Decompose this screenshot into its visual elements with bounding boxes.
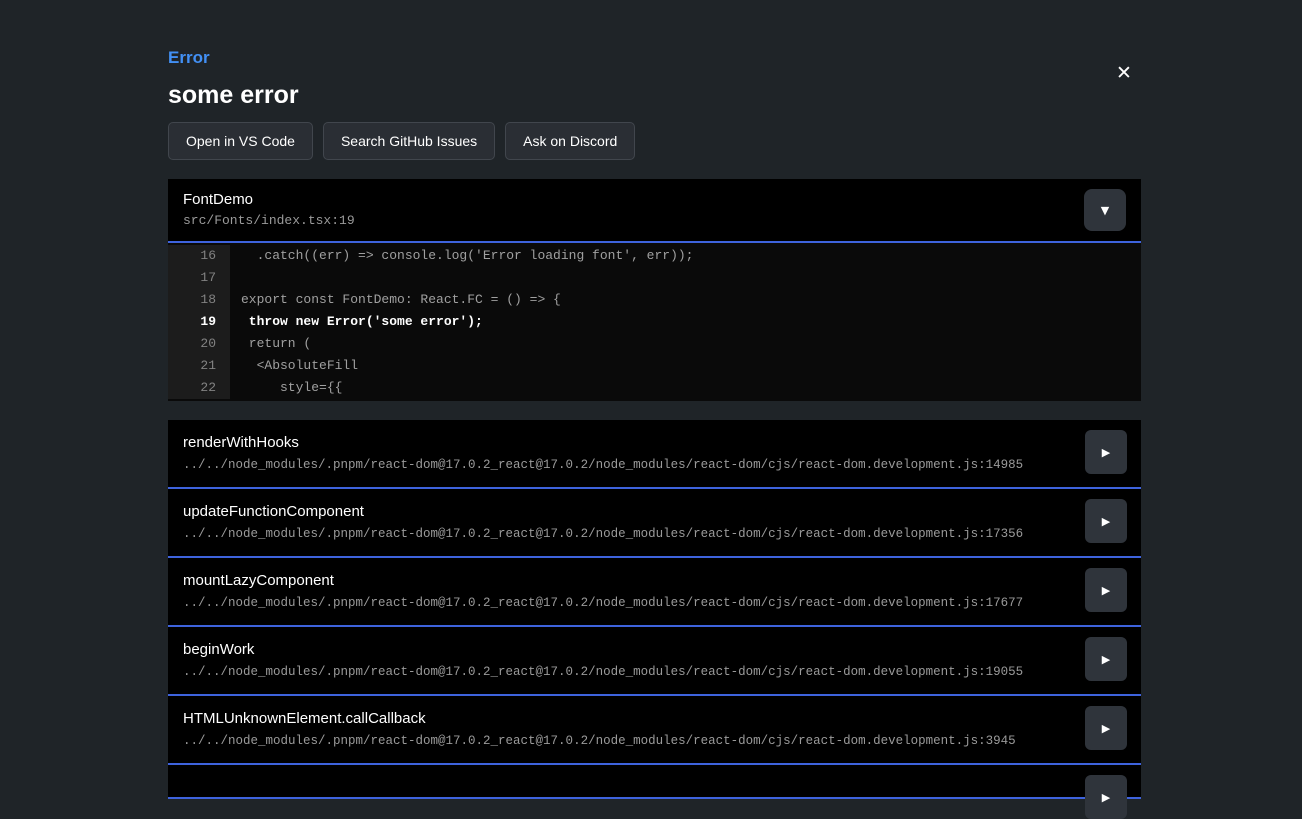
line-number: 18 xyxy=(168,289,230,311)
line-number: 17 xyxy=(168,267,230,289)
line-text: throw new Error('some error'); xyxy=(230,311,1141,333)
code-block: 16 .catch((err) => console.log('Error lo… xyxy=(168,243,1141,401)
code-line: 17 xyxy=(168,267,1141,289)
expand-frame-button[interactable]: ▶ xyxy=(1085,706,1127,750)
stack-frame-path: ../../node_modules/.pnpm/react-dom@17.0.… xyxy=(183,733,1029,749)
play-icon: ▶ xyxy=(1102,447,1110,458)
expand-frame-button[interactable]: ▶ xyxy=(1085,499,1127,543)
error-message: some error xyxy=(168,81,1141,109)
chevron-down-icon: ▼ xyxy=(1101,205,1109,216)
line-text: style={{ xyxy=(230,377,1141,399)
stack-frame-path: ../../node_modules/.pnpm/react-dom@17.0.… xyxy=(183,457,1029,473)
code-line: 22 style={{ xyxy=(168,377,1141,399)
close-button[interactable]: ✕ xyxy=(1111,60,1137,86)
play-icon: ▶ xyxy=(1102,585,1110,596)
stack-frame-row-partial: ▶ xyxy=(168,765,1141,799)
stack-frame-name: mountLazyComponent xyxy=(183,571,1029,590)
stack-frame-name: HTMLUnknownElement.callCallback xyxy=(183,709,1029,728)
code-frame-header: FontDemo src/Fonts/index.tsx:19 ▼ xyxy=(168,179,1141,243)
error-type-label: Error xyxy=(168,48,1141,68)
expand-frame-button[interactable]: ▶ xyxy=(1085,568,1127,612)
line-number: 20 xyxy=(168,333,230,355)
code-line: 21 <AbsoluteFill xyxy=(168,355,1141,377)
expand-frame-button[interactable]: ▶ xyxy=(1085,430,1127,474)
stack-frame-name: updateFunctionComponent xyxy=(183,502,1029,521)
stack-frame-path: ../../node_modules/.pnpm/react-dom@17.0.… xyxy=(183,526,1029,542)
stack-frame-row: updateFunctionComponent ../../node_modul… xyxy=(168,489,1141,558)
expand-frame-button[interactable]: ▶ xyxy=(1085,775,1127,819)
open-vscode-button[interactable]: Open in VS Code xyxy=(168,122,313,160)
error-overlay-content: ✕ Error some error Open in VS Code Searc… xyxy=(168,0,1141,799)
line-text xyxy=(230,267,1141,289)
stack-frame-row: HTMLUnknownElement.callCallback ../../no… xyxy=(168,696,1141,765)
stack-frame-row: mountLazyComponent ../../node_modules/.p… xyxy=(168,558,1141,627)
line-text: return ( xyxy=(230,333,1141,355)
stack-frame-name: renderWithHooks xyxy=(183,433,1029,452)
line-number: 16 xyxy=(168,245,230,267)
line-number: 19 xyxy=(168,311,230,333)
code-line: 16 .catch((err) => console.log('Error lo… xyxy=(168,245,1141,267)
line-text: export const FontDemo: React.FC = () => … xyxy=(230,289,1141,311)
code-frame-panel: FontDemo src/Fonts/index.tsx:19 ▼ 16 .ca… xyxy=(168,179,1141,401)
stack-frame-name: beginWork xyxy=(183,640,1029,659)
error-overlay: { "colors": { "background": "#1f2428", "… xyxy=(0,0,1302,776)
code-line: 18export const FontDemo: React.FC = () =… xyxy=(168,289,1141,311)
close-icon: ✕ xyxy=(1116,62,1132,84)
ask-discord-button[interactable]: Ask on Discord xyxy=(505,122,635,160)
code-line: 20 return ( xyxy=(168,333,1141,355)
line-number: 21 xyxy=(168,355,230,377)
line-text: <AbsoluteFill xyxy=(230,355,1141,377)
expand-frame-button[interactable]: ▶ xyxy=(1085,637,1127,681)
code-line-highlighted: 19 throw new Error('some error'); xyxy=(168,311,1141,333)
play-icon: ▶ xyxy=(1102,792,1110,803)
line-number: 22 xyxy=(168,377,230,399)
stack-frame-path: ../../node_modules/.pnpm/react-dom@17.0.… xyxy=(183,595,1029,611)
code-frame-title: FontDemo xyxy=(183,190,1127,209)
play-icon: ▶ xyxy=(1102,723,1110,734)
collapse-frame-button[interactable]: ▼ xyxy=(1084,189,1126,231)
play-icon: ▶ xyxy=(1102,654,1110,665)
stack-frame-row: renderWithHooks ../../node_modules/.pnpm… xyxy=(168,420,1141,489)
stack-frame-list: renderWithHooks ../../node_modules/.pnpm… xyxy=(168,420,1141,799)
search-github-issues-button[interactable]: Search GitHub Issues xyxy=(323,122,495,160)
play-icon: ▶ xyxy=(1102,516,1110,527)
stack-frame-row: beginWork ../../node_modules/.pnpm/react… xyxy=(168,627,1141,696)
line-text: .catch((err) => console.log('Error loadi… xyxy=(230,245,1141,267)
stack-frame-path: ../../node_modules/.pnpm/react-dom@17.0.… xyxy=(183,664,1029,680)
action-button-row: Open in VS Code Search GitHub Issues Ask… xyxy=(168,122,1141,160)
code-frame-location: src/Fonts/index.tsx:19 xyxy=(183,213,1127,229)
